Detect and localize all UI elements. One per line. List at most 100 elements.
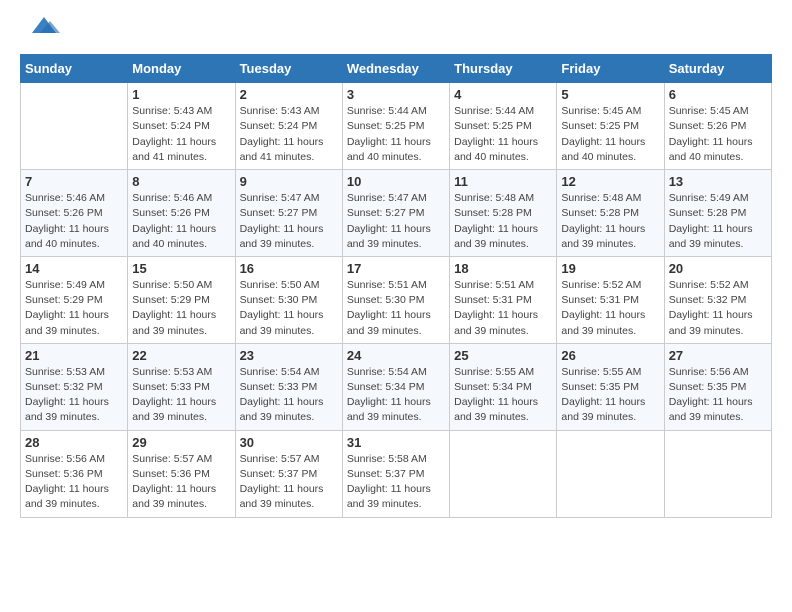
calendar-cell: 23 Sunrise: 5:54 AMSunset: 5:33 PMDayligh…	[235, 343, 342, 430]
day-info: Sunrise: 5:44 AMSunset: 5:25 PMDaylight:…	[454, 104, 552, 165]
day-number: 16	[240, 261, 338, 276]
day-number: 30	[240, 435, 338, 450]
day-info: Sunrise: 5:54 AMSunset: 5:33 PMDaylight:…	[240, 365, 338, 426]
day-number: 13	[669, 174, 767, 189]
day-info: Sunrise: 5:48 AMSunset: 5:28 PMDaylight:…	[561, 191, 659, 252]
calendar-cell: 2 Sunrise: 5:43 AMSunset: 5:24 PMDaylight…	[235, 83, 342, 170]
day-info: Sunrise: 5:53 AMSunset: 5:33 PMDaylight:…	[132, 365, 230, 426]
calendar-cell: 13 Sunrise: 5:49 AMSunset: 5:28 PMDayligh…	[664, 170, 771, 257]
day-header-saturday: Saturday	[664, 55, 771, 83]
calendar-cell	[664, 430, 771, 517]
day-number: 10	[347, 174, 445, 189]
calendar-cell: 18 Sunrise: 5:51 AMSunset: 5:31 PMDayligh…	[450, 256, 557, 343]
day-number: 3	[347, 87, 445, 102]
day-number: 23	[240, 348, 338, 363]
calendar-cell: 1 Sunrise: 5:43 AMSunset: 5:24 PMDaylight…	[128, 83, 235, 170]
day-header-friday: Friday	[557, 55, 664, 83]
calendar-cell: 15 Sunrise: 5:50 AMSunset: 5:29 PMDayligh…	[128, 256, 235, 343]
day-number: 21	[25, 348, 123, 363]
calendar-cell: 10 Sunrise: 5:47 AMSunset: 5:27 PMDayligh…	[342, 170, 449, 257]
calendar-cell: 17 Sunrise: 5:51 AMSunset: 5:30 PMDayligh…	[342, 256, 449, 343]
day-info: Sunrise: 5:52 AMSunset: 5:32 PMDaylight:…	[669, 278, 767, 339]
day-info: Sunrise: 5:49 AMSunset: 5:28 PMDaylight:…	[669, 191, 767, 252]
day-number: 20	[669, 261, 767, 276]
day-number: 12	[561, 174, 659, 189]
day-info: Sunrise: 5:45 AMSunset: 5:25 PMDaylight:…	[561, 104, 659, 165]
day-header-tuesday: Tuesday	[235, 55, 342, 83]
header	[20, 20, 772, 44]
day-info: Sunrise: 5:46 AMSunset: 5:26 PMDaylight:…	[25, 191, 123, 252]
calendar-cell: 5 Sunrise: 5:45 AMSunset: 5:25 PMDaylight…	[557, 83, 664, 170]
day-info: Sunrise: 5:45 AMSunset: 5:26 PMDaylight:…	[669, 104, 767, 165]
day-number: 4	[454, 87, 552, 102]
day-number: 9	[240, 174, 338, 189]
day-info: Sunrise: 5:51 AMSunset: 5:30 PMDaylight:…	[347, 278, 445, 339]
day-number: 27	[669, 348, 767, 363]
calendar-cell: 3Sunrise: 5:44 AMSunset: 5:25 PMDaylight…	[342, 83, 449, 170]
day-info: Sunrise: 5:47 AMSunset: 5:27 PMDaylight:…	[240, 191, 338, 252]
day-number: 15	[132, 261, 230, 276]
day-number: 24	[347, 348, 445, 363]
calendar-cell: 14 Sunrise: 5:49 AMSunset: 5:29 PMDayligh…	[21, 256, 128, 343]
day-number: 28	[25, 435, 123, 450]
day-info: Sunrise: 5:47 AMSunset: 5:27 PMDaylight:…	[347, 191, 445, 252]
logo	[20, 20, 60, 44]
day-number: 7	[25, 174, 123, 189]
calendar-cell	[21, 83, 128, 170]
day-info: Sunrise: 5:50 AMSunset: 5:30 PMDaylight:…	[240, 278, 338, 339]
day-info: Sunrise: 5:43 AMSunset: 5:24 PMDaylight:…	[132, 104, 230, 165]
day-info: Sunrise: 5:55 AMSunset: 5:35 PMDaylight:…	[561, 365, 659, 426]
day-info: Sunrise: 5:57 AMSunset: 5:36 PMDaylight:…	[132, 452, 230, 513]
calendar-cell: 29 Sunrise: 5:57 AMSunset: 5:36 PMDayligh…	[128, 430, 235, 517]
calendar-cell: 19 Sunrise: 5:52 AMSunset: 5:31 PMDayligh…	[557, 256, 664, 343]
day-number: 19	[561, 261, 659, 276]
day-number: 11	[454, 174, 552, 189]
calendar-cell: 6 Sunrise: 5:45 AMSunset: 5:26 PMDaylight…	[664, 83, 771, 170]
calendar-cell: 25 Sunrise: 5:55 AMSunset: 5:34 PMDayligh…	[450, 343, 557, 430]
day-info: Sunrise: 5:48 AMSunset: 5:28 PMDaylight:…	[454, 191, 552, 252]
day-info: Sunrise: 5:55 AMSunset: 5:34 PMDaylight:…	[454, 365, 552, 426]
logo-icon	[22, 13, 60, 41]
day-number: 25	[454, 348, 552, 363]
day-info: Sunrise: 5:43 AMSunset: 5:24 PMDaylight:…	[240, 104, 338, 165]
day-number: 22	[132, 348, 230, 363]
calendar: SundayMondayTuesdayWednesdayThursdayFrid…	[20, 54, 772, 517]
calendar-cell: 20 Sunrise: 5:52 AMSunset: 5:32 PMDayligh…	[664, 256, 771, 343]
day-info: Sunrise: 5:49 AMSunset: 5:29 PMDaylight:…	[25, 278, 123, 339]
calendar-cell: 28 Sunrise: 5:56 AMSunset: 5:36 PMDayligh…	[21, 430, 128, 517]
day-header-thursday: Thursday	[450, 55, 557, 83]
calendar-cell: 7 Sunrise: 5:46 AMSunset: 5:26 PMDaylight…	[21, 170, 128, 257]
day-header-wednesday: Wednesday	[342, 55, 449, 83]
day-info: Sunrise: 5:52 AMSunset: 5:31 PMDaylight:…	[561, 278, 659, 339]
day-number: 5	[561, 87, 659, 102]
day-info: Sunrise: 5:56 AMSunset: 5:36 PMDaylight:…	[25, 452, 123, 513]
day-number: 26	[561, 348, 659, 363]
day-header-sunday: Sunday	[21, 55, 128, 83]
day-info: Sunrise: 5:50 AMSunset: 5:29 PMDaylight:…	[132, 278, 230, 339]
calendar-cell: 27 Sunrise: 5:56 AMSunset: 5:35 PMDayligh…	[664, 343, 771, 430]
day-info: Sunrise: 5:46 AMSunset: 5:26 PMDaylight:…	[132, 191, 230, 252]
day-info: Sunrise: 5:51 AMSunset: 5:31 PMDaylight:…	[454, 278, 552, 339]
day-number: 17	[347, 261, 445, 276]
day-number: 6	[669, 87, 767, 102]
day-number: 29	[132, 435, 230, 450]
day-info: Sunrise: 5:56 AMSunset: 5:35 PMDaylight:…	[669, 365, 767, 426]
calendar-cell	[557, 430, 664, 517]
day-info: Sunrise: 5:58 AMSunset: 5:37 PMDaylight:…	[347, 452, 445, 513]
calendar-cell: 30 Sunrise: 5:57 AMSunset: 5:37 PMDayligh…	[235, 430, 342, 517]
day-info: Sunrise: 5:53 AMSunset: 5:32 PMDaylight:…	[25, 365, 123, 426]
calendar-cell: 26 Sunrise: 5:55 AMSunset: 5:35 PMDayligh…	[557, 343, 664, 430]
calendar-cell	[450, 430, 557, 517]
calendar-cell: 24Sunrise: 5:54 AMSunset: 5:34 PMDayligh…	[342, 343, 449, 430]
day-header-monday: Monday	[128, 55, 235, 83]
calendar-cell: 12 Sunrise: 5:48 AMSunset: 5:28 PMDayligh…	[557, 170, 664, 257]
day-number: 31	[347, 435, 445, 450]
day-number: 2	[240, 87, 338, 102]
day-number: 8	[132, 174, 230, 189]
calendar-cell: 4 Sunrise: 5:44 AMSunset: 5:25 PMDaylight…	[450, 83, 557, 170]
calendar-cell: 22 Sunrise: 5:53 AMSunset: 5:33 PMDayligh…	[128, 343, 235, 430]
day-number: 1	[132, 87, 230, 102]
day-info: Sunrise: 5:57 AMSunset: 5:37 PMDaylight:…	[240, 452, 338, 513]
day-number: 18	[454, 261, 552, 276]
day-number: 14	[25, 261, 123, 276]
